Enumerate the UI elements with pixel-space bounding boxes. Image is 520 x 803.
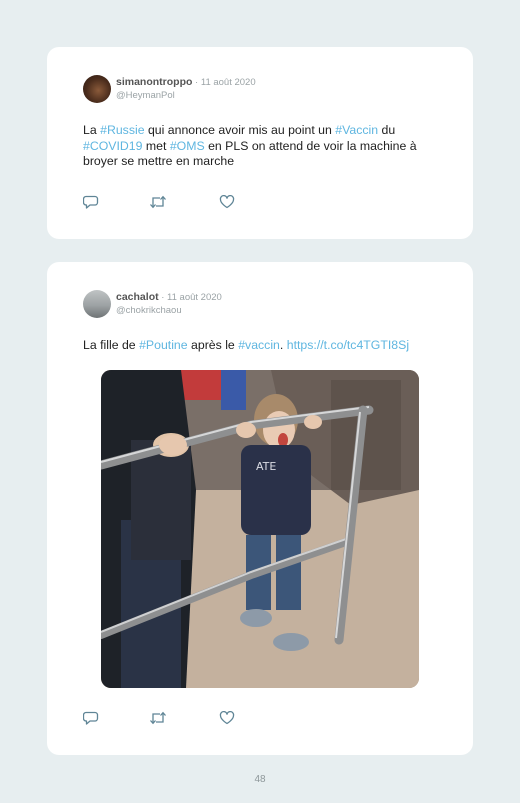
like-button[interactable] xyxy=(219,195,235,209)
tweet-card: cachalot · 11 août 2020 @chokrikchaou La… xyxy=(47,262,473,755)
avatar[interactable] xyxy=(83,75,111,103)
author-name[interactable]: simanontroppo xyxy=(116,76,192,88)
tweet-text: La #Russie qui annonce avoir mis au poin… xyxy=(83,123,443,170)
page-number: 48 xyxy=(254,774,266,785)
hashtag[interactable]: #vaccin xyxy=(238,338,280,352)
tweet-header: cachalot · 11 août 2020 @chokrikchaou xyxy=(116,291,222,317)
tweet-link[interactable]: https://t.co/tc4TGTI8Sj xyxy=(287,338,409,352)
author-handle[interactable]: @chokrikchaou xyxy=(116,305,222,317)
tweet-card: simanontroppo · 11 août 2020 @HeymanPol … xyxy=(47,47,473,239)
tweet-date[interactable]: · 11 août 2020 xyxy=(192,77,256,88)
text-segment: qui annonce avoir mis au point un xyxy=(144,123,336,137)
svg-text:ATE: ATE xyxy=(256,460,276,473)
author-name[interactable]: cachalot xyxy=(116,291,159,303)
reply-icon xyxy=(83,711,99,725)
reply-button[interactable] xyxy=(83,195,99,209)
heart-icon xyxy=(219,711,235,725)
text-segment: après le xyxy=(187,338,239,352)
retweet-button[interactable] xyxy=(149,711,166,725)
text-segment: La fille de xyxy=(83,338,140,352)
text-segment: La xyxy=(83,123,101,137)
text-segment: . xyxy=(279,338,287,352)
text-segment: du xyxy=(378,123,396,137)
retweet-icon xyxy=(150,195,166,209)
reply-icon xyxy=(83,195,99,209)
hashtag[interactable]: #COVID19 xyxy=(83,139,142,153)
hashtag[interactable]: #Vaccin xyxy=(335,123,378,137)
text-segment: met xyxy=(142,138,170,153)
avatar[interactable] xyxy=(83,290,111,318)
tweet-header: simanontroppo · 11 août 2020 @HeymanPol xyxy=(116,76,256,102)
retweet-button[interactable] xyxy=(149,195,166,209)
heart-icon xyxy=(219,195,235,209)
author-handle[interactable]: @HeymanPol xyxy=(116,90,256,102)
like-button[interactable] xyxy=(219,711,235,725)
hashtag[interactable]: #Russie xyxy=(100,123,144,137)
video-still-image: ATE xyxy=(101,370,419,688)
tweet-date[interactable]: · 11 août 2020 xyxy=(159,292,222,303)
reply-button[interactable] xyxy=(83,711,99,725)
hashtag[interactable]: #Poutine xyxy=(139,338,188,352)
hashtag[interactable]: #OMS xyxy=(170,139,205,153)
retweet-icon xyxy=(150,711,166,725)
video-thumbnail[interactable]: ATE xyxy=(101,370,419,688)
tweet-text: La fille de #Poutine après le #vaccin. h… xyxy=(83,338,443,354)
